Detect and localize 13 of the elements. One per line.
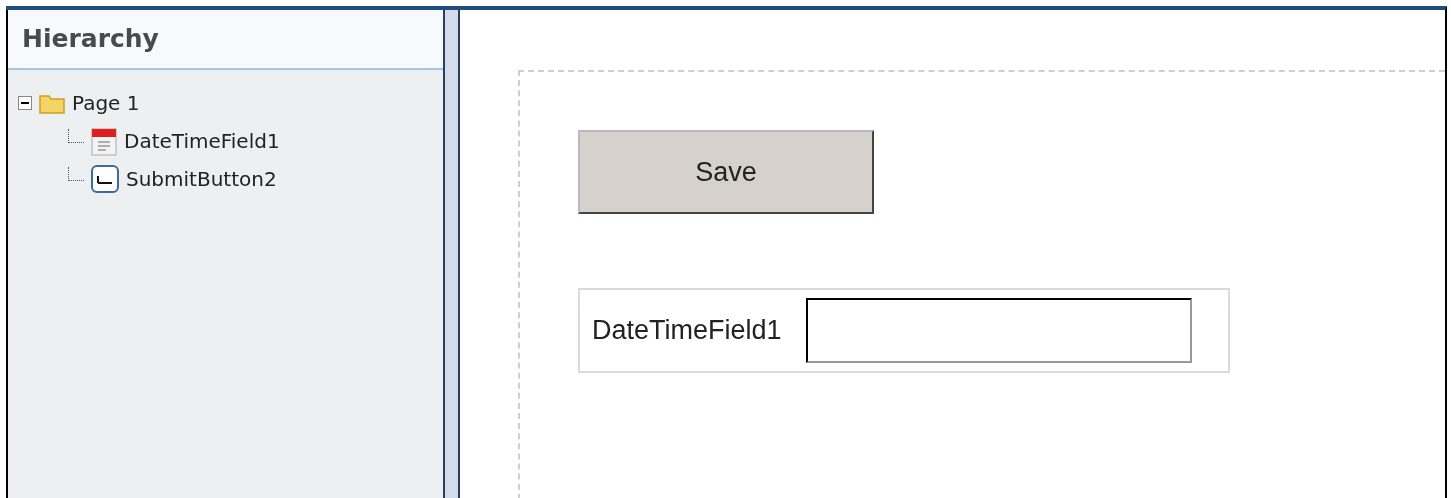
panel-title: Hierarchy [22,23,159,56]
tree-item-label[interactable]: SubmitButton2 [126,164,277,194]
tree-item-label[interactable]: Page 1 [72,88,140,118]
collapse-toggle[interactable] [18,96,32,110]
date-input-field[interactable] [805,298,1192,363]
field-label: DateTimeField1 [592,314,782,348]
tree-line [68,167,84,181]
text-button-icon [90,164,120,194]
calendar-icon [90,125,118,157]
splitter[interactable] [443,10,460,498]
save-button[interactable]: Save [578,130,874,214]
tree-item-label[interactable]: DateTimeField1 [124,126,280,156]
tree-line [68,129,84,143]
